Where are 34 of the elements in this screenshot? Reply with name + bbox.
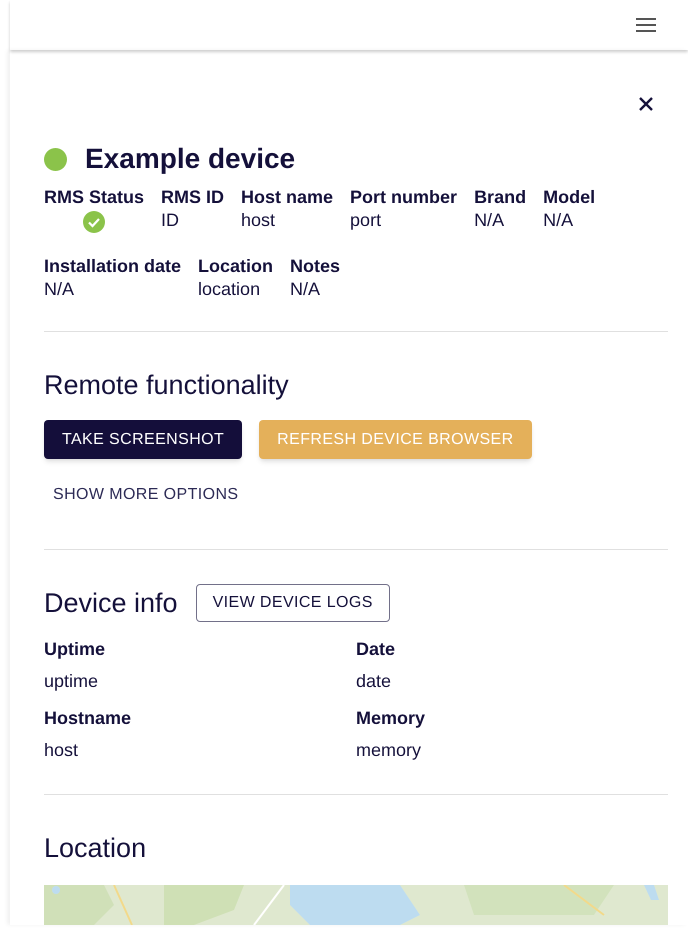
info-value: uptime — [44, 670, 100, 693]
field-label: Location — [198, 255, 274, 278]
field-label: Host name — [241, 186, 334, 209]
section-heading: Remote functionality — [44, 369, 290, 402]
field-value: N/A — [543, 209, 574, 232]
field-value: host — [241, 209, 276, 232]
field-value: N/A — [44, 278, 76, 301]
info-value: date — [356, 670, 392, 693]
device-title: Example device — [85, 142, 296, 176]
field-label: Model — [543, 186, 596, 209]
info-label: Hostname — [44, 707, 132, 730]
field-label: Brand — [474, 186, 526, 209]
menu-icon[interactable] — [636, 18, 656, 32]
field-label: RMS ID — [161, 186, 224, 209]
info-label: Date — [356, 638, 396, 661]
field-value: N/A — [290, 278, 322, 301]
screenshot-button[interactable]: TAKE SCREENSHOT — [44, 420, 242, 459]
field-value: location — [198, 278, 262, 301]
field-value: port — [350, 209, 382, 232]
info-label: Uptime — [44, 638, 106, 661]
section-heading: Device info — [44, 587, 178, 620]
field-label: RMS Status — [44, 186, 144, 209]
close-icon[interactable] — [638, 96, 654, 112]
field-label: Port number — [350, 186, 458, 209]
info-label: Memory — [356, 707, 426, 730]
field-value: N/A — [474, 209, 506, 232]
view-logs-button[interactable]: VIEW DEVICE LOGS — [196, 584, 390, 622]
field-label: Installation date — [44, 255, 182, 278]
info-value: host — [44, 739, 80, 762]
field-label: Notes — [290, 255, 340, 278]
section-heading: Location — [44, 832, 148, 865]
show-more-button[interactable]: SHOW MORE OPTIONS — [53, 483, 238, 507]
field-value: ID — [161, 209, 180, 232]
info-value: memory — [356, 739, 422, 762]
